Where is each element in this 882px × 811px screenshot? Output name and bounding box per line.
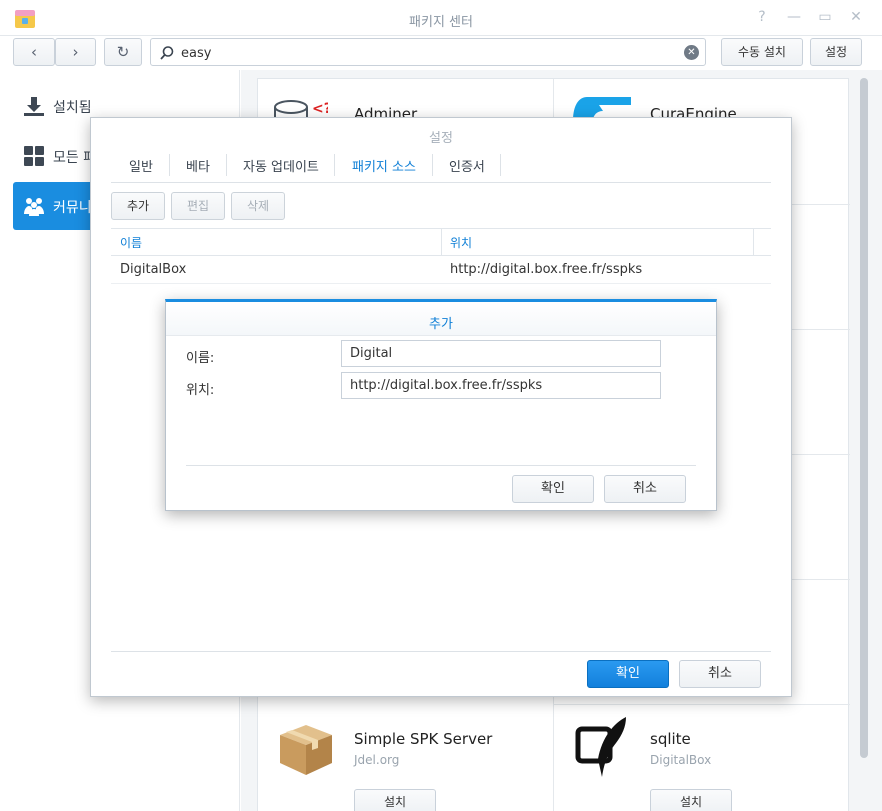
ok-button[interactable]: 확인 [587,660,669,688]
forward-button[interactable]: › [55,38,96,66]
dialog-title: 설정 [429,131,453,146]
package-publisher: Jdel.org [354,753,400,767]
sqlite-feather-icon [575,717,626,777]
package-publisher: DigitalBox [650,753,712,767]
maximize-icon[interactable]: ▭ [817,9,833,25]
table-header: 이름 위치 [111,228,771,256]
add-source-button[interactable]: 추가 [111,192,165,220]
install-button[interactable]: 설치 [650,789,732,811]
add-ok-button[interactable]: 확인 [512,475,594,503]
table-row[interactable]: DigitalBox http://digital.box.free.fr/ss… [111,256,771,284]
tab-package-sources[interactable]: 패키지 소스 [352,156,416,175]
name-field[interactable] [341,340,661,367]
search-icon [160,46,174,60]
delete-source-button[interactable]: 삭제 [231,192,285,220]
column-header-location[interactable]: 위치 [450,234,472,251]
search-box: ✕ [150,38,706,66]
add-source-dialog: 추가 이름: 위치: 확인 취소 [165,299,717,511]
settings-button[interactable]: 설정 [810,38,862,66]
search-input[interactable] [181,43,681,63]
help-icon[interactable]: ? [754,9,770,25]
name-label: 이름: [186,351,215,366]
dialog-title: 추가 [429,317,453,332]
tab-general[interactable]: 일반 [129,156,153,175]
manual-install-button[interactable]: 수동 설치 [721,38,803,66]
package-box-icon [280,725,332,775]
toolbar: ‹ › ↻ ✕ 수동 설치 설정 [0,36,882,70]
download-icon [24,97,44,116]
sidebar-item-label: 설치됨 [53,100,92,116]
tab-auto-update[interactable]: 자동 업데이트 [243,156,319,175]
clear-search-icon[interactable]: ✕ [684,45,699,60]
source-location-cell: http://digital.box.free.fr/sspks [450,262,643,277]
close-icon[interactable]: ✕ [848,9,864,25]
column-header-name[interactable]: 이름 [120,234,142,251]
scrollbar[interactable] [860,78,868,758]
location-field[interactable] [341,372,661,399]
tab-beta[interactable]: 베타 [186,156,210,175]
install-button[interactable]: 설치 [354,789,436,811]
sidebar-item-label: 커뮤니 [53,200,92,216]
minimize-icon[interactable]: — [786,9,802,25]
tab-bar: 일반 베타 자동 업데이트 패키지 소스 인증서 [111,148,771,183]
window-title: 패키지 센터 [409,15,473,30]
cancel-button[interactable]: 취소 [679,660,761,688]
package-title[interactable]: Simple SPK Server [354,730,492,748]
svg-text:<?: <? [312,101,328,117]
back-button[interactable]: ‹ [13,38,55,66]
source-name-cell: DigitalBox [120,262,187,277]
location-label: 위치: [186,383,215,398]
tab-certificate[interactable]: 인증서 [449,156,485,175]
community-icon [24,198,44,216]
package-title[interactable]: sqlite [650,730,691,748]
grid-icon [24,146,44,166]
add-cancel-button[interactable]: 취소 [604,475,686,503]
edit-source-button[interactable]: 편집 [171,192,225,220]
title-bar: 패키지 센터 ? — ▭ ✕ [0,0,882,36]
refresh-button[interactable]: ↻ [104,38,142,66]
